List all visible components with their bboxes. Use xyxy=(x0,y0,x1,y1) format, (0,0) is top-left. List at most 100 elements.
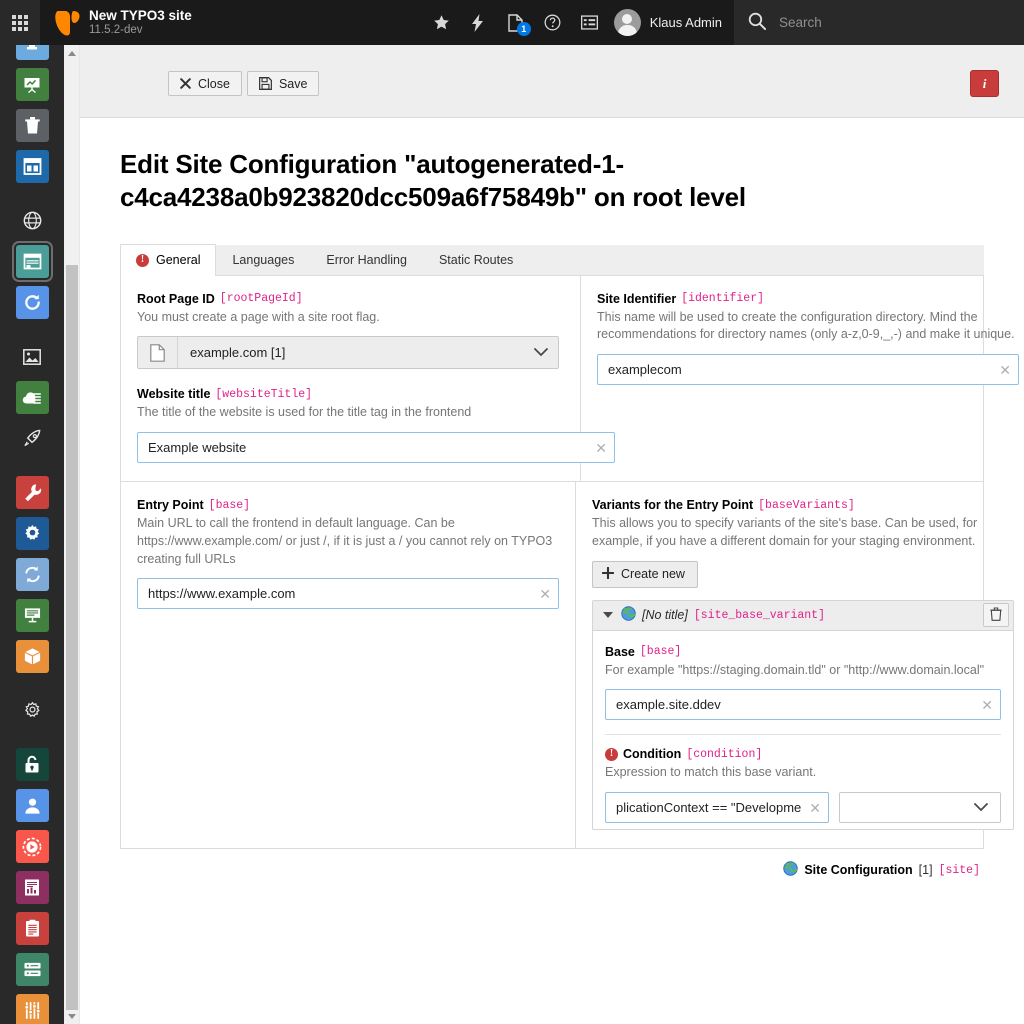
module-backend-users[interactable] xyxy=(0,785,64,826)
image-icon xyxy=(16,340,49,373)
typo3-backend: New TYPO3 site 11.5.2-dev 1 Klaus Admin … xyxy=(0,0,1024,1024)
module-web-view[interactable] xyxy=(0,64,64,105)
site-identifier-input-wrap: ✕ xyxy=(597,354,1019,386)
module-configuration[interactable] xyxy=(0,990,64,1024)
user-menu-button[interactable]: Klaus Admin xyxy=(608,9,734,36)
module-web-page[interactable] xyxy=(0,45,64,64)
site-name: New TYPO3 site xyxy=(89,7,192,23)
clear-x-icon[interactable]: ✕ xyxy=(539,587,551,601)
base-variants-key: [baseVariants] xyxy=(758,498,855,512)
module-site-management[interactable] xyxy=(0,241,64,282)
typo3-logo-icon xyxy=(55,10,80,35)
general-tab-panel: Root Page ID [rootPageId] You must creat… xyxy=(120,275,1019,850)
tab-error-handling[interactable]: Error Handling xyxy=(310,244,423,275)
module-environment[interactable] xyxy=(0,595,64,636)
save-button[interactable]: Save xyxy=(246,71,320,96)
clear-x-icon[interactable]: ✕ xyxy=(999,363,1011,377)
bookmark-star-icon[interactable] xyxy=(423,0,460,45)
variant-condition-select[interactable] xyxy=(839,792,1001,824)
entry-point-input[interactable] xyxy=(137,578,559,610)
module-extensions[interactable] xyxy=(0,636,64,677)
clipboard-badge: 1 xyxy=(516,22,531,36)
scroll-down-arrow[interactable] xyxy=(64,1008,80,1024)
rocket-icon xyxy=(16,422,49,455)
module-upgrade-sync[interactable] xyxy=(0,554,64,595)
record-footer-key: [site] xyxy=(938,863,980,877)
base-variants-label: Variants for the Entry Point [baseVarian… xyxy=(592,498,1014,512)
global-search-area[interactable] xyxy=(734,0,1024,45)
website-title-label: Website title [websiteTitle] xyxy=(137,387,564,401)
module-site-globe[interactable] xyxy=(0,200,64,241)
flash-message-icon[interactable] xyxy=(460,0,497,45)
variant-condition-input[interactable] xyxy=(605,792,829,824)
site-icon xyxy=(11,241,53,282)
tab-general-label: General xyxy=(156,253,201,268)
module-recycler[interactable] xyxy=(0,105,64,146)
module-db-check[interactable] xyxy=(0,949,64,990)
clear-x-icon[interactable]: ✕ xyxy=(595,441,607,455)
base-variants-description: This allows you to specify variants of t… xyxy=(592,516,978,548)
module-system-settings[interactable] xyxy=(0,690,64,731)
module-log[interactable] xyxy=(0,908,64,949)
entry-point-input-wrap: ✕ xyxy=(137,578,559,610)
caret-down-icon[interactable] xyxy=(603,612,613,619)
variant-condition-input-wrap: ✕ xyxy=(605,792,829,824)
module-menu-toggle-button[interactable] xyxy=(0,0,40,45)
site-identifier-description: This name will be used to create the con… xyxy=(597,309,1015,342)
tab-languages[interactable]: Languages xyxy=(216,244,310,275)
close-button-label: Close xyxy=(198,76,230,91)
globe-icon xyxy=(621,606,636,624)
module-maintenance[interactable] xyxy=(0,472,64,513)
info-button[interactable]: i xyxy=(970,70,999,97)
module-page-layout[interactable] xyxy=(0,146,64,187)
search-icon xyxy=(748,12,767,33)
presentation-icon xyxy=(15,68,49,101)
tab-languages-label: Languages xyxy=(232,252,295,267)
clipboard-list-icon xyxy=(15,912,49,945)
module-filelist-media[interactable] xyxy=(0,336,64,377)
base-variant-title: [No title] xyxy=(642,608,688,623)
root-page-id-select[interactable]: example.com [1] xyxy=(137,336,559,370)
help-icon[interactable] xyxy=(534,0,571,45)
tab-static-routes-label: Static Routes xyxy=(438,252,514,267)
delete-variant-button[interactable] xyxy=(983,603,1009,628)
gear-icon xyxy=(15,517,49,550)
module-upgrade[interactable] xyxy=(0,418,64,459)
avatar xyxy=(613,9,641,36)
scrollbar-thumb[interactable] xyxy=(66,265,78,1010)
site-identifier-label-text: Site Identifier xyxy=(597,291,677,306)
root-page-id-description: You must create a page with a site root … xyxy=(137,309,380,324)
module-menu-separator xyxy=(0,459,64,472)
search-input[interactable] xyxy=(777,14,977,31)
close-button[interactable]: Close xyxy=(168,71,242,96)
variant-condition-row: ✕ xyxy=(605,792,1001,824)
module-redirects[interactable] xyxy=(0,282,64,323)
clear-x-icon[interactable]: ✕ xyxy=(981,698,993,712)
module-reports[interactable] xyxy=(0,867,64,908)
layout-icon xyxy=(15,150,49,183)
unlock-icon xyxy=(15,748,49,781)
typo3-version: 11.5.2-dev xyxy=(89,23,143,36)
tab-general[interactable]: ! General xyxy=(120,243,217,276)
scroll-up-arrow[interactable] xyxy=(64,45,80,61)
sliders-icon xyxy=(15,994,49,1024)
vertical-scrollbar[interactable] xyxy=(64,45,80,1024)
variant-base-input[interactable] xyxy=(605,689,1001,721)
module-menu[interactable] xyxy=(0,45,64,1024)
brand-area[interactable]: New TYPO3 site 11.5.2-dev xyxy=(40,0,192,45)
clear-x-icon[interactable]: ✕ xyxy=(809,801,821,815)
clipboard-icon[interactable]: 1 xyxy=(497,0,534,45)
list-icon[interactable] xyxy=(571,0,608,45)
module-filelist[interactable] xyxy=(0,377,64,418)
tab-static-routes[interactable]: Static Routes xyxy=(423,244,529,275)
variant-condition-label: ! Condition [condition] xyxy=(605,747,1001,761)
module-access[interactable] xyxy=(0,744,64,785)
website-title-input[interactable] xyxy=(137,432,615,464)
entry-point-key: [base] xyxy=(208,498,251,512)
create-new-variant-button[interactable]: Create new xyxy=(592,560,698,588)
module-scheduler[interactable] xyxy=(0,826,64,867)
module-settings[interactable] xyxy=(0,513,64,554)
site-identifier-label: Site Identifier [identifier] xyxy=(597,292,1019,306)
base-variant-header[interactable]: [No title] [site_base_variant] xyxy=(593,600,1013,631)
site-identifier-input[interactable] xyxy=(597,354,1019,386)
